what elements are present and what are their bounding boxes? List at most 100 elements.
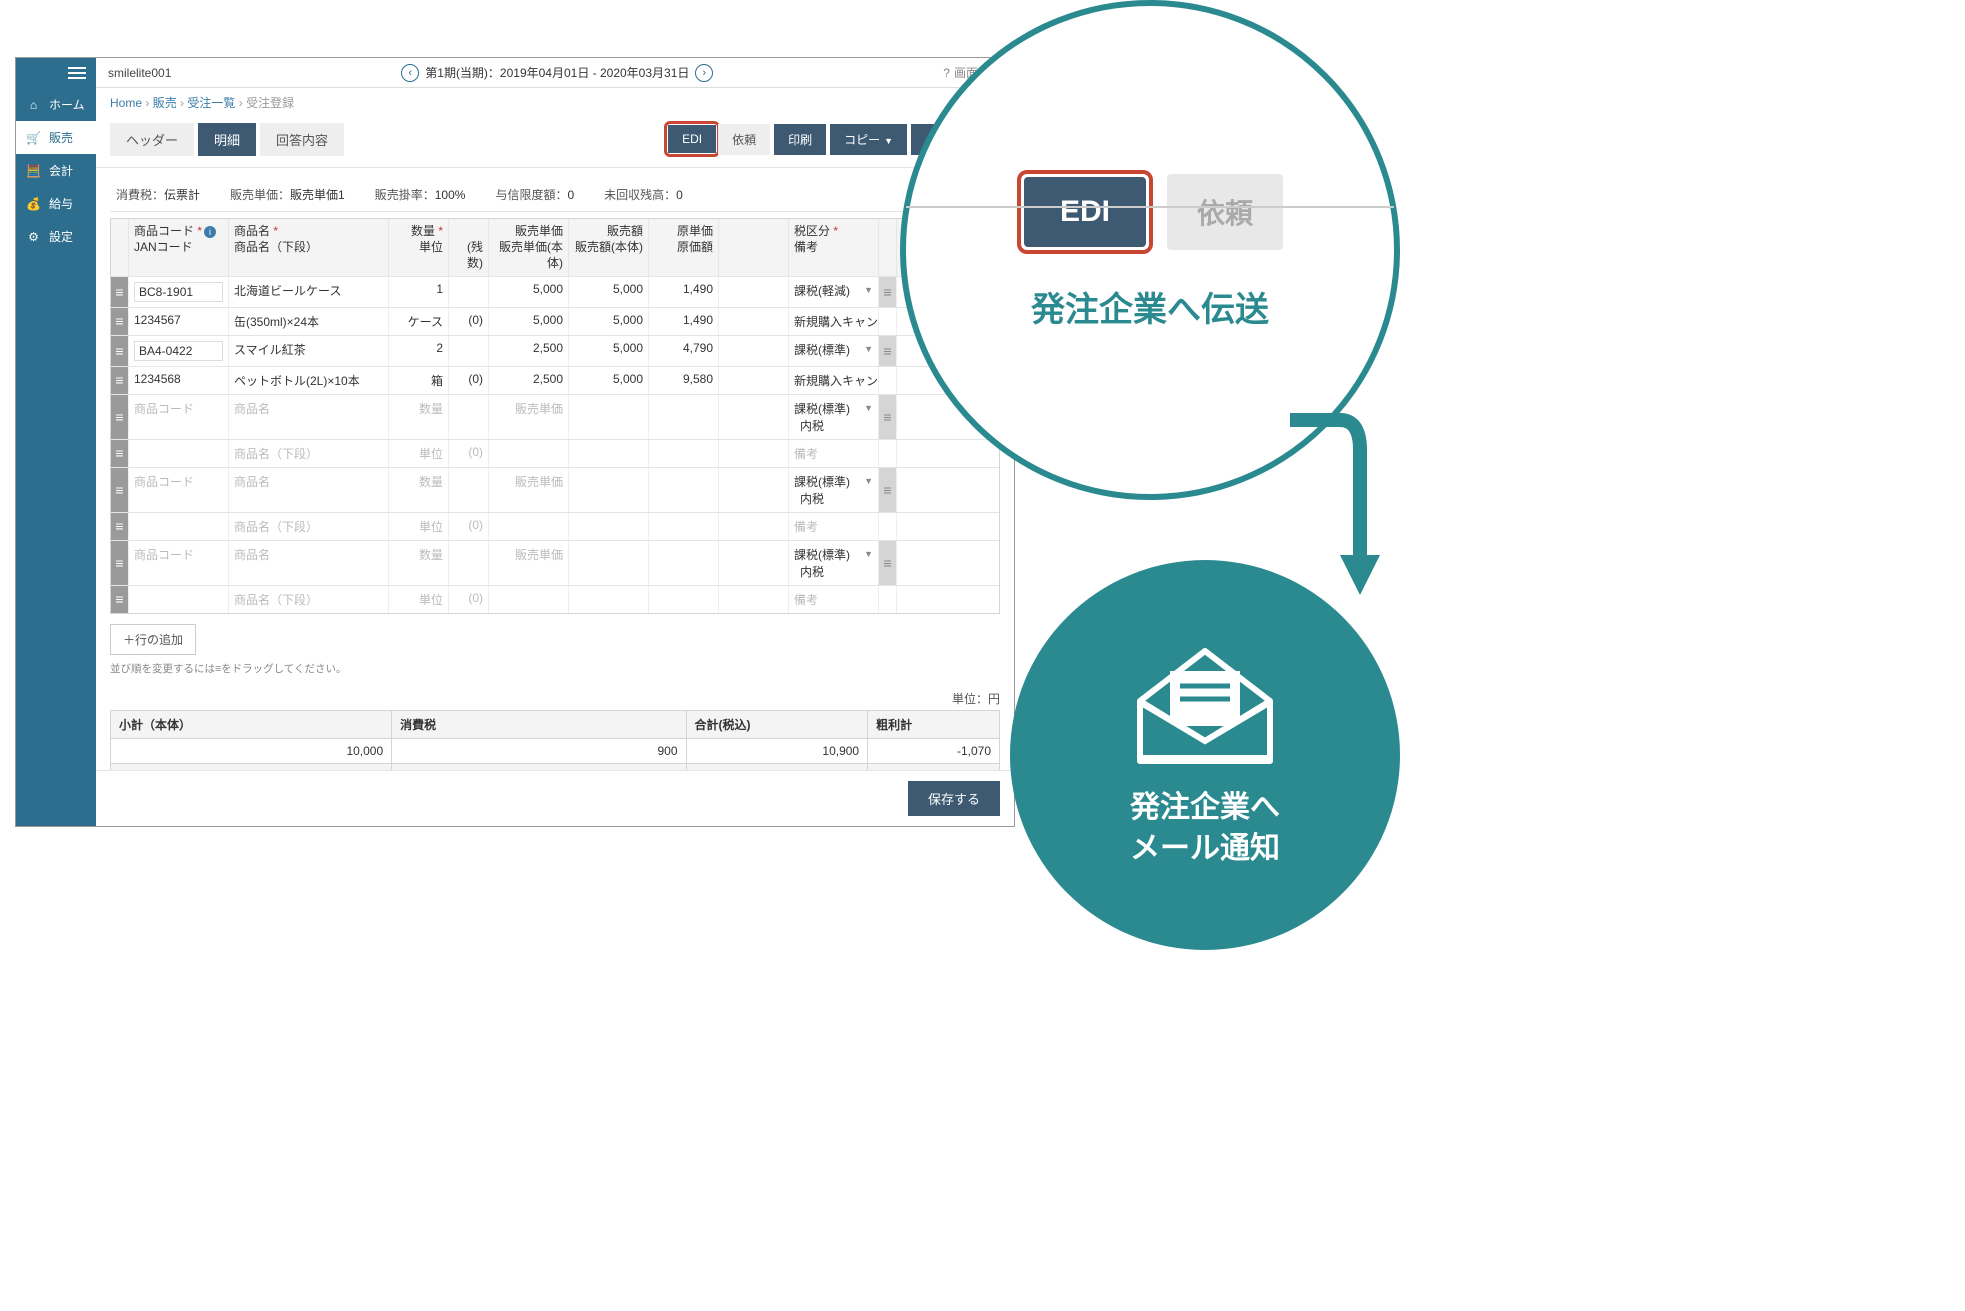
jan-cell[interactable]: 1234567 (129, 308, 229, 335)
drag-handle[interactable]: ≡ (111, 440, 129, 467)
mail-badge-text: 発注企業へメール通知 (1130, 788, 1280, 869)
qty-cell[interactable]: 1 (389, 277, 449, 307)
row-menu[interactable]: ≡ (879, 468, 897, 512)
sellunit-placeholder[interactable]: 販売単価 (489, 541, 569, 585)
tab-detail[interactable]: 明細 (198, 123, 256, 156)
nav-accounting[interactable]: 🧮 会計 (16, 154, 96, 187)
irai-button[interactable]: 依頼 (718, 124, 770, 155)
drag-handle[interactable]: ≡ (111, 308, 129, 335)
qty-cell[interactable]: 2 (389, 336, 449, 366)
info-icon[interactable]: i (204, 226, 216, 238)
tab-header[interactable]: ヘッダー (110, 123, 194, 156)
col-note: 備考 (794, 240, 818, 254)
note-cell[interactable]: 新規購入キャンペーン (789, 367, 879, 394)
name-placeholder[interactable]: 商品名 (229, 541, 389, 585)
row-menu[interactable]: ≡ (879, 395, 897, 439)
grand-value: 10,900 (686, 738, 868, 763)
taxcat-select[interactable]: 課税(標準)▼ (794, 473, 873, 490)
tab-response[interactable]: 回答内容 (260, 123, 344, 156)
note-placeholder[interactable]: 備考 (789, 440, 879, 467)
edi-button[interactable]: EDI (668, 125, 716, 153)
drag-handle[interactable]: ≡ (111, 367, 129, 394)
unit-placeholder[interactable]: 単位 (389, 440, 449, 467)
name2-placeholder[interactable]: 商品名（下段） (229, 513, 389, 540)
nontax-label: 非課税 (686, 763, 868, 770)
period-next[interactable]: › (695, 64, 713, 82)
note-placeholder[interactable]: 備考 (789, 513, 879, 540)
crumb-home[interactable]: Home (110, 96, 142, 110)
calculator-icon: 🧮 (26, 163, 41, 178)
qty-placeholder[interactable]: 数量 (389, 395, 449, 439)
unit-placeholder[interactable]: 単位 (389, 586, 449, 613)
unit-cell[interactable]: 箱 (389, 367, 449, 394)
sellunit-placeholder[interactable]: 販売単価 (489, 395, 569, 439)
code-placeholder[interactable]: 商品コード (129, 468, 229, 512)
name2-cell[interactable]: ペットボトル(2L)×10本 (229, 367, 389, 394)
gross-label: 粗利計 (868, 710, 1000, 738)
name-placeholder[interactable]: 商品名 (229, 468, 389, 512)
add-row-button[interactable]: ＋行の追加 (110, 624, 196, 655)
gear-icon: ⚙ (26, 229, 41, 244)
col-stock: (残数) (467, 240, 483, 270)
sellunit-placeholder[interactable]: 販売単価 (489, 468, 569, 512)
code-placeholder[interactable]: 商品コード (129, 541, 229, 585)
nav-sales[interactable]: 🛒 販売 (16, 121, 96, 154)
col-jan: JANコード (134, 240, 193, 254)
crumb-sales[interactable]: 販売 (153, 96, 177, 110)
drag-handle[interactable]: ≡ (111, 336, 129, 366)
drag-handle[interactable]: ≡ (111, 468, 129, 512)
name2-cell[interactable]: 缶(350ml)×24本 (229, 308, 389, 335)
qty-placeholder[interactable]: 数量 (389, 468, 449, 512)
nav-settings-label: 設定 (49, 228, 73, 245)
drag-handle[interactable]: ≡ (111, 277, 129, 307)
row-menu[interactable]: ≡ (879, 277, 897, 307)
name2-placeholder[interactable]: 商品名（下段） (229, 440, 389, 467)
callout-text: 発注企業へ伝送 (1031, 282, 1269, 331)
sellunit-cell[interactable]: 5,000 (489, 277, 569, 307)
taxcat-select[interactable]: 課税(軽減)▼ (794, 282, 873, 299)
print-button[interactable]: 印刷 (774, 124, 826, 155)
sellunit-cell[interactable]: 2,500 (489, 336, 569, 366)
period-selector: ‹ 第1期(当期)：2019年04月01日 - 2020年03月31日 › (171, 64, 943, 82)
table-row: ≡ BC8-1901 北海道ビールケース 1 5,000 5,000 1,490… (111, 276, 999, 307)
drag-handle[interactable]: ≡ (111, 513, 129, 540)
envelope-icon (1130, 641, 1280, 774)
name-cell[interactable]: 北海道ビールケース (229, 277, 389, 307)
name-placeholder[interactable]: 商品名 (229, 395, 389, 439)
row-menu[interactable]: ≡ (879, 336, 897, 366)
name2-placeholder[interactable]: 商品名（下段） (229, 586, 389, 613)
code-field[interactable]: BA4-0422 (134, 341, 223, 361)
qty-placeholder[interactable]: 数量 (389, 541, 449, 585)
name-cell[interactable]: スマイル紅茶 (229, 336, 389, 366)
tax-label: 消費税 (392, 710, 686, 738)
row-menu[interactable]: ≡ (879, 541, 897, 585)
drag-handle[interactable]: ≡ (111, 395, 129, 439)
note-cell[interactable]: 新規購入キャンペーン (789, 308, 879, 335)
crumb-list[interactable]: 受注一覧 (187, 96, 235, 110)
note-placeholder[interactable]: 備考 (789, 586, 879, 613)
unit-cell[interactable]: ケース (389, 308, 449, 335)
costamount-cell: 1,490 (649, 308, 719, 335)
drag-handle[interactable]: ≡ (111, 586, 129, 613)
tax-basis-value: 伝票計 (164, 188, 200, 202)
code-field[interactable]: BC8-1901 (134, 282, 223, 302)
jan-cell[interactable]: 1234568 (129, 367, 229, 394)
code-placeholder[interactable]: 商品コード (129, 395, 229, 439)
unit-placeholder[interactable]: 単位 (389, 513, 449, 540)
hamburger-menu[interactable] (16, 58, 96, 88)
copy-button[interactable]: コピー▼ (830, 124, 907, 155)
nav-settings[interactable]: ⚙ 設定 (16, 220, 96, 253)
taxcat-select[interactable]: 課税(標準)▼ (794, 546, 873, 563)
col-costamount: 原価額 (677, 240, 713, 254)
nav-home[interactable]: ⌂ ホーム (16, 88, 96, 121)
grand-label: 合計(税込) (686, 710, 868, 738)
callout-edi-button[interactable]: EDI (1024, 177, 1146, 247)
callout-edi-highlight: EDI (1017, 170, 1153, 254)
save-button[interactable]: 保存する (908, 781, 1000, 816)
taxcat-select[interactable]: 課税(標準)▼ (794, 341, 873, 358)
period-prev[interactable]: ‹ (401, 64, 419, 82)
taxcat-select[interactable]: 課税(標準)▼ (794, 400, 873, 417)
drag-handle[interactable]: ≡ (111, 541, 129, 585)
nav-payroll[interactable]: 💰 給与 (16, 187, 96, 220)
tax-basis-label: 消費税： (116, 188, 164, 202)
